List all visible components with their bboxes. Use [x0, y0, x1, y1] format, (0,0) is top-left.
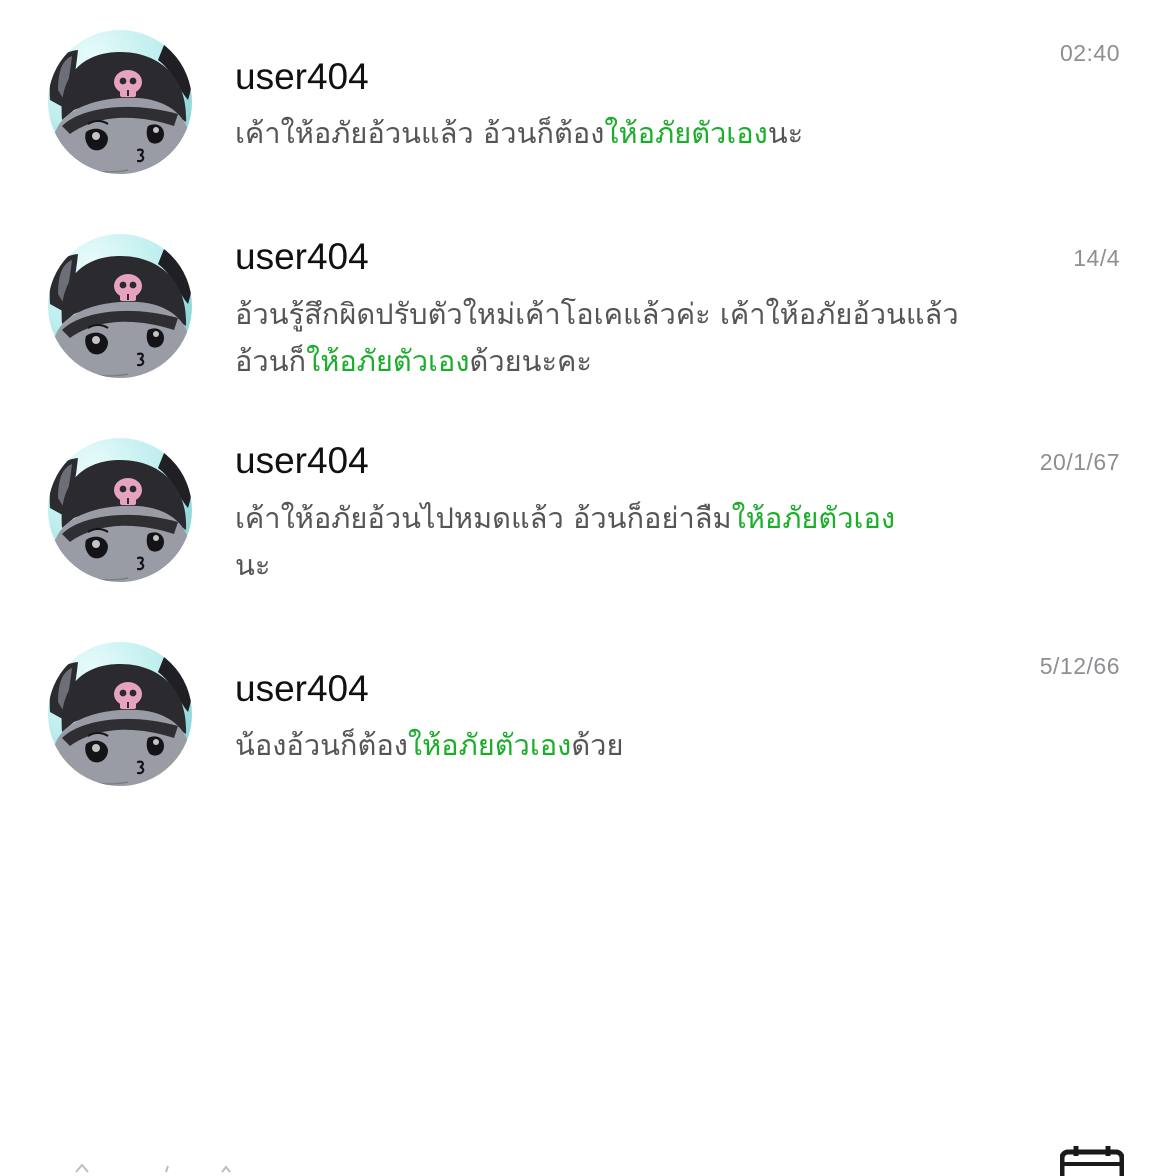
avatar[interactable]: [48, 642, 192, 786]
chat-row[interactable]: user404 02:40 เค้าให้อภัยอ้วนแล้ว อ้วนก็…: [0, 0, 1169, 170]
timestamp: 02:40: [1059, 40, 1120, 66]
message-preview: น้องอ้วนก็ต้องให้อภัยตัวเองด้วย: [235, 722, 975, 769]
message-preview: เค้าให้อภัยอ้วนแล้ว อ้วนก็ต้องให้อภัยตัว…: [235, 110, 975, 157]
chat-row[interactable]: user404 14/4 อ้วนรู้สึกผิดปรับตัวใหม่เค้…: [0, 204, 1169, 378]
message-text-end: นะ: [235, 548, 271, 582]
calendar-icon[interactable]: [1060, 1146, 1124, 1176]
kuromi-avatar-icon: [48, 438, 192, 582]
message-text-end: ด้วย: [571, 728, 624, 762]
bottom-bar: [0, 1135, 1169, 1176]
message-preview: อ้วนรู้สึกผิดปรับตัวใหม่เค้าโอเคแล้วค่ะ …: [235, 291, 975, 385]
message-preview: เค้าให้อภัยอ้วนไปหมดแล้ว อ้วนก็อย่าลืมให…: [235, 495, 975, 589]
kuromi-avatar-icon: [48, 234, 192, 378]
contact-name: user404: [235, 440, 369, 481]
message-text: น้องอ้วนก็ต้อง: [235, 728, 408, 762]
chat-row[interactable]: user404 20/1/67 เค้าให้อภัยอ้วนไปหมดแล้ว…: [0, 408, 1169, 582]
kuromi-avatar-icon: [48, 642, 192, 786]
message-highlight: ให้อภัยตัวเอง: [306, 344, 470, 378]
contact-name: user404: [235, 668, 369, 709]
avatar[interactable]: [48, 438, 192, 582]
message-highlight: ให้อภัยตัวเอง: [407, 728, 572, 762]
message-text: เค้าให้อภัยอ้วนแล้ว อ้วนก็ต้อง: [235, 116, 605, 150]
message-highlight: ให้อภัยตัวเอง: [731, 501, 896, 535]
timestamp: 14/4: [1073, 245, 1120, 271]
message-highlight: ให้อภัยตัวเอง: [604, 116, 768, 150]
message-text-end: ด้วยนะคะ: [469, 344, 593, 378]
message-text: เค้าให้อภัยอ้วนไปหมดแล้ว อ้วนก็อย่าลืม: [235, 501, 732, 535]
avatar[interactable]: [48, 234, 192, 378]
contact-name: user404: [235, 236, 369, 277]
kuromi-avatar-icon: [48, 30, 192, 174]
message-text-end: นะ: [767, 116, 804, 150]
contact-name: user404: [235, 56, 369, 97]
timestamp: 20/1/67: [1039, 449, 1120, 475]
timestamp: 5/12/66: [1039, 653, 1120, 679]
chat-row[interactable]: user404 5/12/66 น้องอ้วนก็ต้องให้อภัยตัว…: [0, 612, 1169, 782]
avatar[interactable]: [48, 30, 192, 174]
bottom-nav-icons-partial[interactable]: [58, 1163, 258, 1173]
